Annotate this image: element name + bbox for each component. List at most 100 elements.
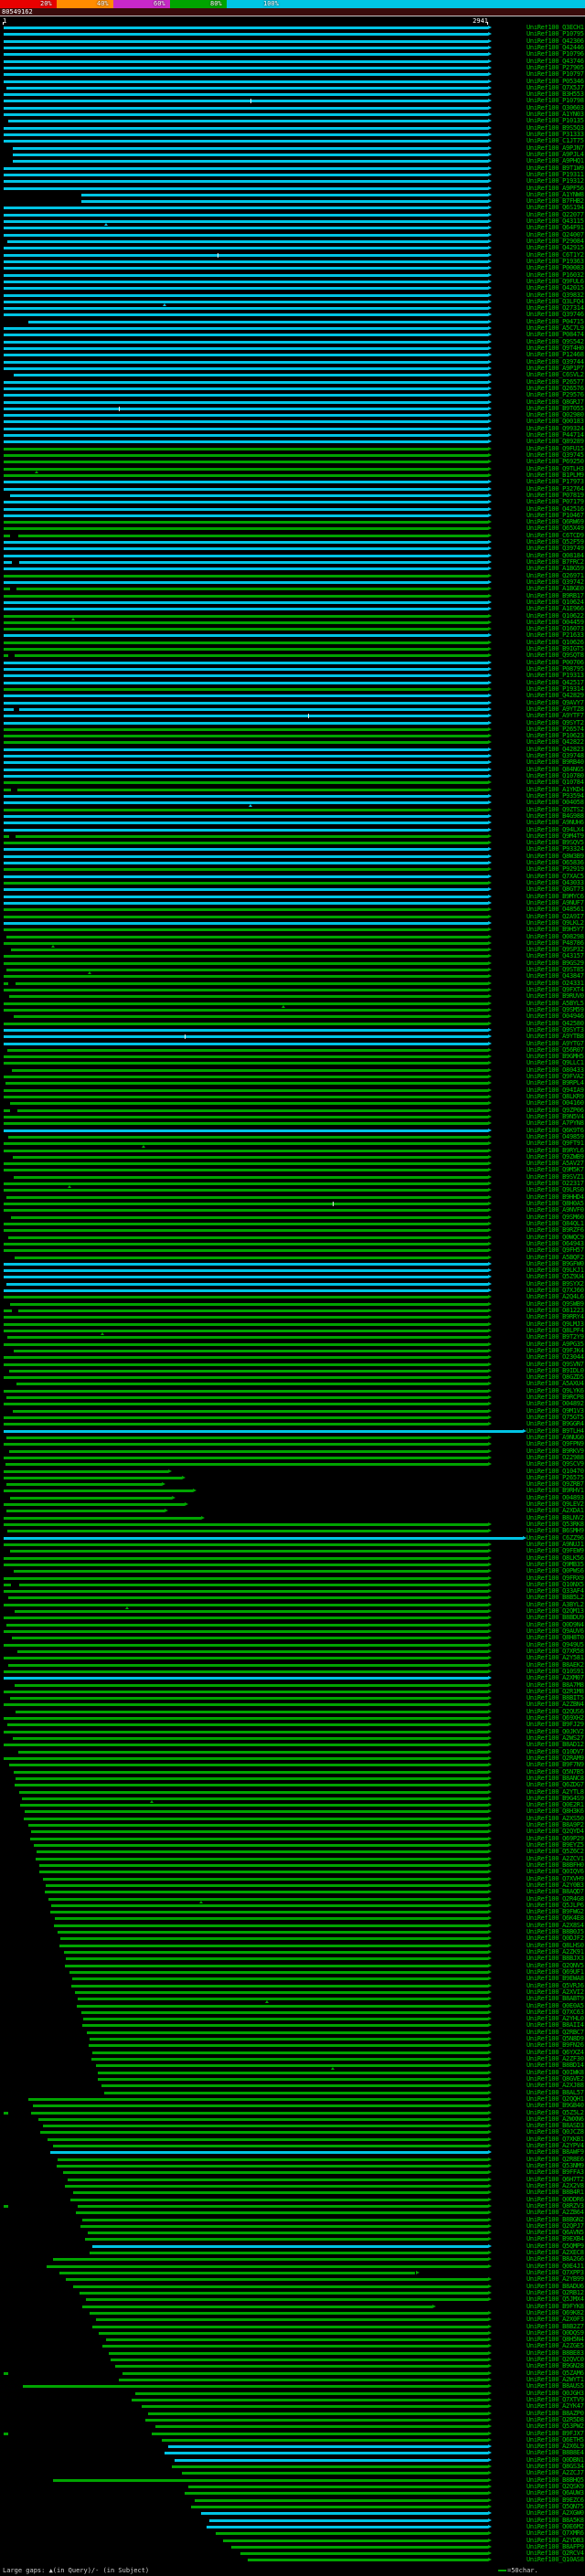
hit-bar[interactable] [18,1790,488,1794]
hit-bar[interactable] [4,1203,488,1205]
hit-bar[interactable] [4,73,488,77]
hit-bar[interactable] [6,1195,488,1199]
hit-bar[interactable] [4,1222,488,1225]
hit-bar[interactable] [33,2104,488,2108]
hit-bar[interactable] [9,1764,488,1767]
hit-bar[interactable] [4,1576,488,1580]
hit-bar[interactable] [4,394,488,398]
hit-bar[interactable] [4,1376,488,1380]
hit-bar[interactable] [4,961,488,965]
hit-bar[interactable] [4,1469,169,1473]
hit-bar[interactable] [58,2157,488,2161]
hit-bar[interactable] [4,501,488,504]
hit-bar[interactable] [4,414,488,418]
hit-bar[interactable] [4,366,488,370]
hit-bar[interactable] [4,461,488,464]
hit-bar[interactable] [4,687,488,691]
hit-fragment-bar[interactable] [4,654,9,658]
hit-bar[interactable] [92,2325,488,2328]
hit-bar[interactable] [161,2438,488,2442]
hit-bar[interactable] [4,227,488,230]
hit-bar[interactable] [4,280,488,283]
hit-bar[interactable] [15,1610,488,1614]
hit-bar[interactable] [4,1329,488,1332]
hit-bar[interactable] [181,2472,488,2475]
hit-bar[interactable] [171,2465,488,2469]
hit-bar[interactable] [4,1076,488,1079]
hit-bar[interactable] [65,2184,488,2188]
hit-bar[interactable] [69,2198,488,2201]
hit-bar[interactable] [77,2004,488,2008]
hit-bar[interactable] [4,481,488,484]
hit-bar[interactable] [4,875,488,878]
hit-bar[interactable] [4,1142,488,1146]
hit-bar[interactable] [10,1102,488,1106]
hit-bar[interactable] [135,2391,488,2395]
hit-bar[interactable] [4,66,488,69]
hit-bar[interactable] [10,1302,488,1306]
hit-bar[interactable] [4,661,488,664]
hit-bar[interactable] [4,514,488,517]
hit-bar[interactable] [4,1182,488,1186]
hit-bar[interactable] [201,2512,488,2516]
hit-bar[interactable] [4,854,488,858]
hit-bar[interactable] [86,2030,488,2034]
hit-bar[interactable] [4,473,488,477]
hit-bar[interactable] [4,440,488,444]
hit-bar[interactable] [4,1643,488,1647]
hit-bar[interactable] [12,1409,488,1413]
hit-bar[interactable] [37,2117,488,2121]
hit-bar[interactable] [4,287,488,291]
hit-bar[interactable] [4,1443,488,1447]
hit-bar[interactable] [52,2258,488,2262]
hit-bar[interactable] [4,908,488,912]
hit-bar[interactable] [4,334,488,337]
hit-bar[interactable] [4,93,488,97]
hit-bar[interactable] [35,1857,488,1860]
hit-fragment-bar[interactable] [4,561,12,564]
hit-bar[interactable] [4,1362,488,1366]
hit-bar[interactable] [4,1149,488,1152]
hit-bar[interactable] [82,2218,488,2221]
hit-bar[interactable] [80,2010,488,2014]
hit-bar[interactable] [4,166,488,170]
hit-bar[interactable] [7,1723,488,1727]
hit-bar[interactable] [10,1550,488,1553]
hit-bar[interactable] [4,1028,488,1032]
hit-bar[interactable] [4,1690,488,1693]
hit-bar[interactable] [4,1002,488,1005]
hit-bar[interactable] [7,1048,488,1052]
hit-bar[interactable] [4,521,488,525]
hit-bar[interactable] [4,220,488,224]
hit-bar[interactable] [68,2178,488,2181]
hit-bar[interactable] [4,1617,488,1620]
hit-bar[interactable] [185,2492,488,2496]
hit-bar[interactable] [4,1670,488,1673]
hit-bar[interactable] [16,834,488,838]
hit-bar[interactable] [4,755,488,758]
hit-bar[interactable] [27,320,488,323]
hit-bar[interactable] [4,340,488,344]
hit-bar[interactable] [240,2552,488,2556]
hit-bar[interactable] [69,1970,488,1974]
hit-bar[interactable] [77,1998,488,2001]
hit-bar[interactable] [4,1269,488,1273]
hit-bar[interactable] [16,981,488,985]
hit-fragment-bar[interactable] [4,1309,12,1312]
hit-bar[interactable] [8,1663,488,1667]
hit-bar[interactable] [85,2298,488,2302]
hit-bar[interactable] [4,1489,194,1493]
hit-bar[interactable] [4,27,488,29]
hit-bar[interactable] [4,1209,488,1213]
hit-bar[interactable] [191,2505,488,2508]
hit-bar[interactable] [60,1937,488,1941]
hit-bar[interactable] [4,233,488,237]
hit-bar[interactable] [4,106,488,110]
hit-bar[interactable] [5,1282,488,1286]
hit-bar[interactable] [4,554,488,557]
hit-bar[interactable] [4,80,488,83]
hit-bar[interactable] [4,487,488,491]
hit-bar[interactable] [4,1008,488,1012]
hit-bar[interactable] [87,2231,488,2235]
hit-bar[interactable] [148,2412,488,2415]
